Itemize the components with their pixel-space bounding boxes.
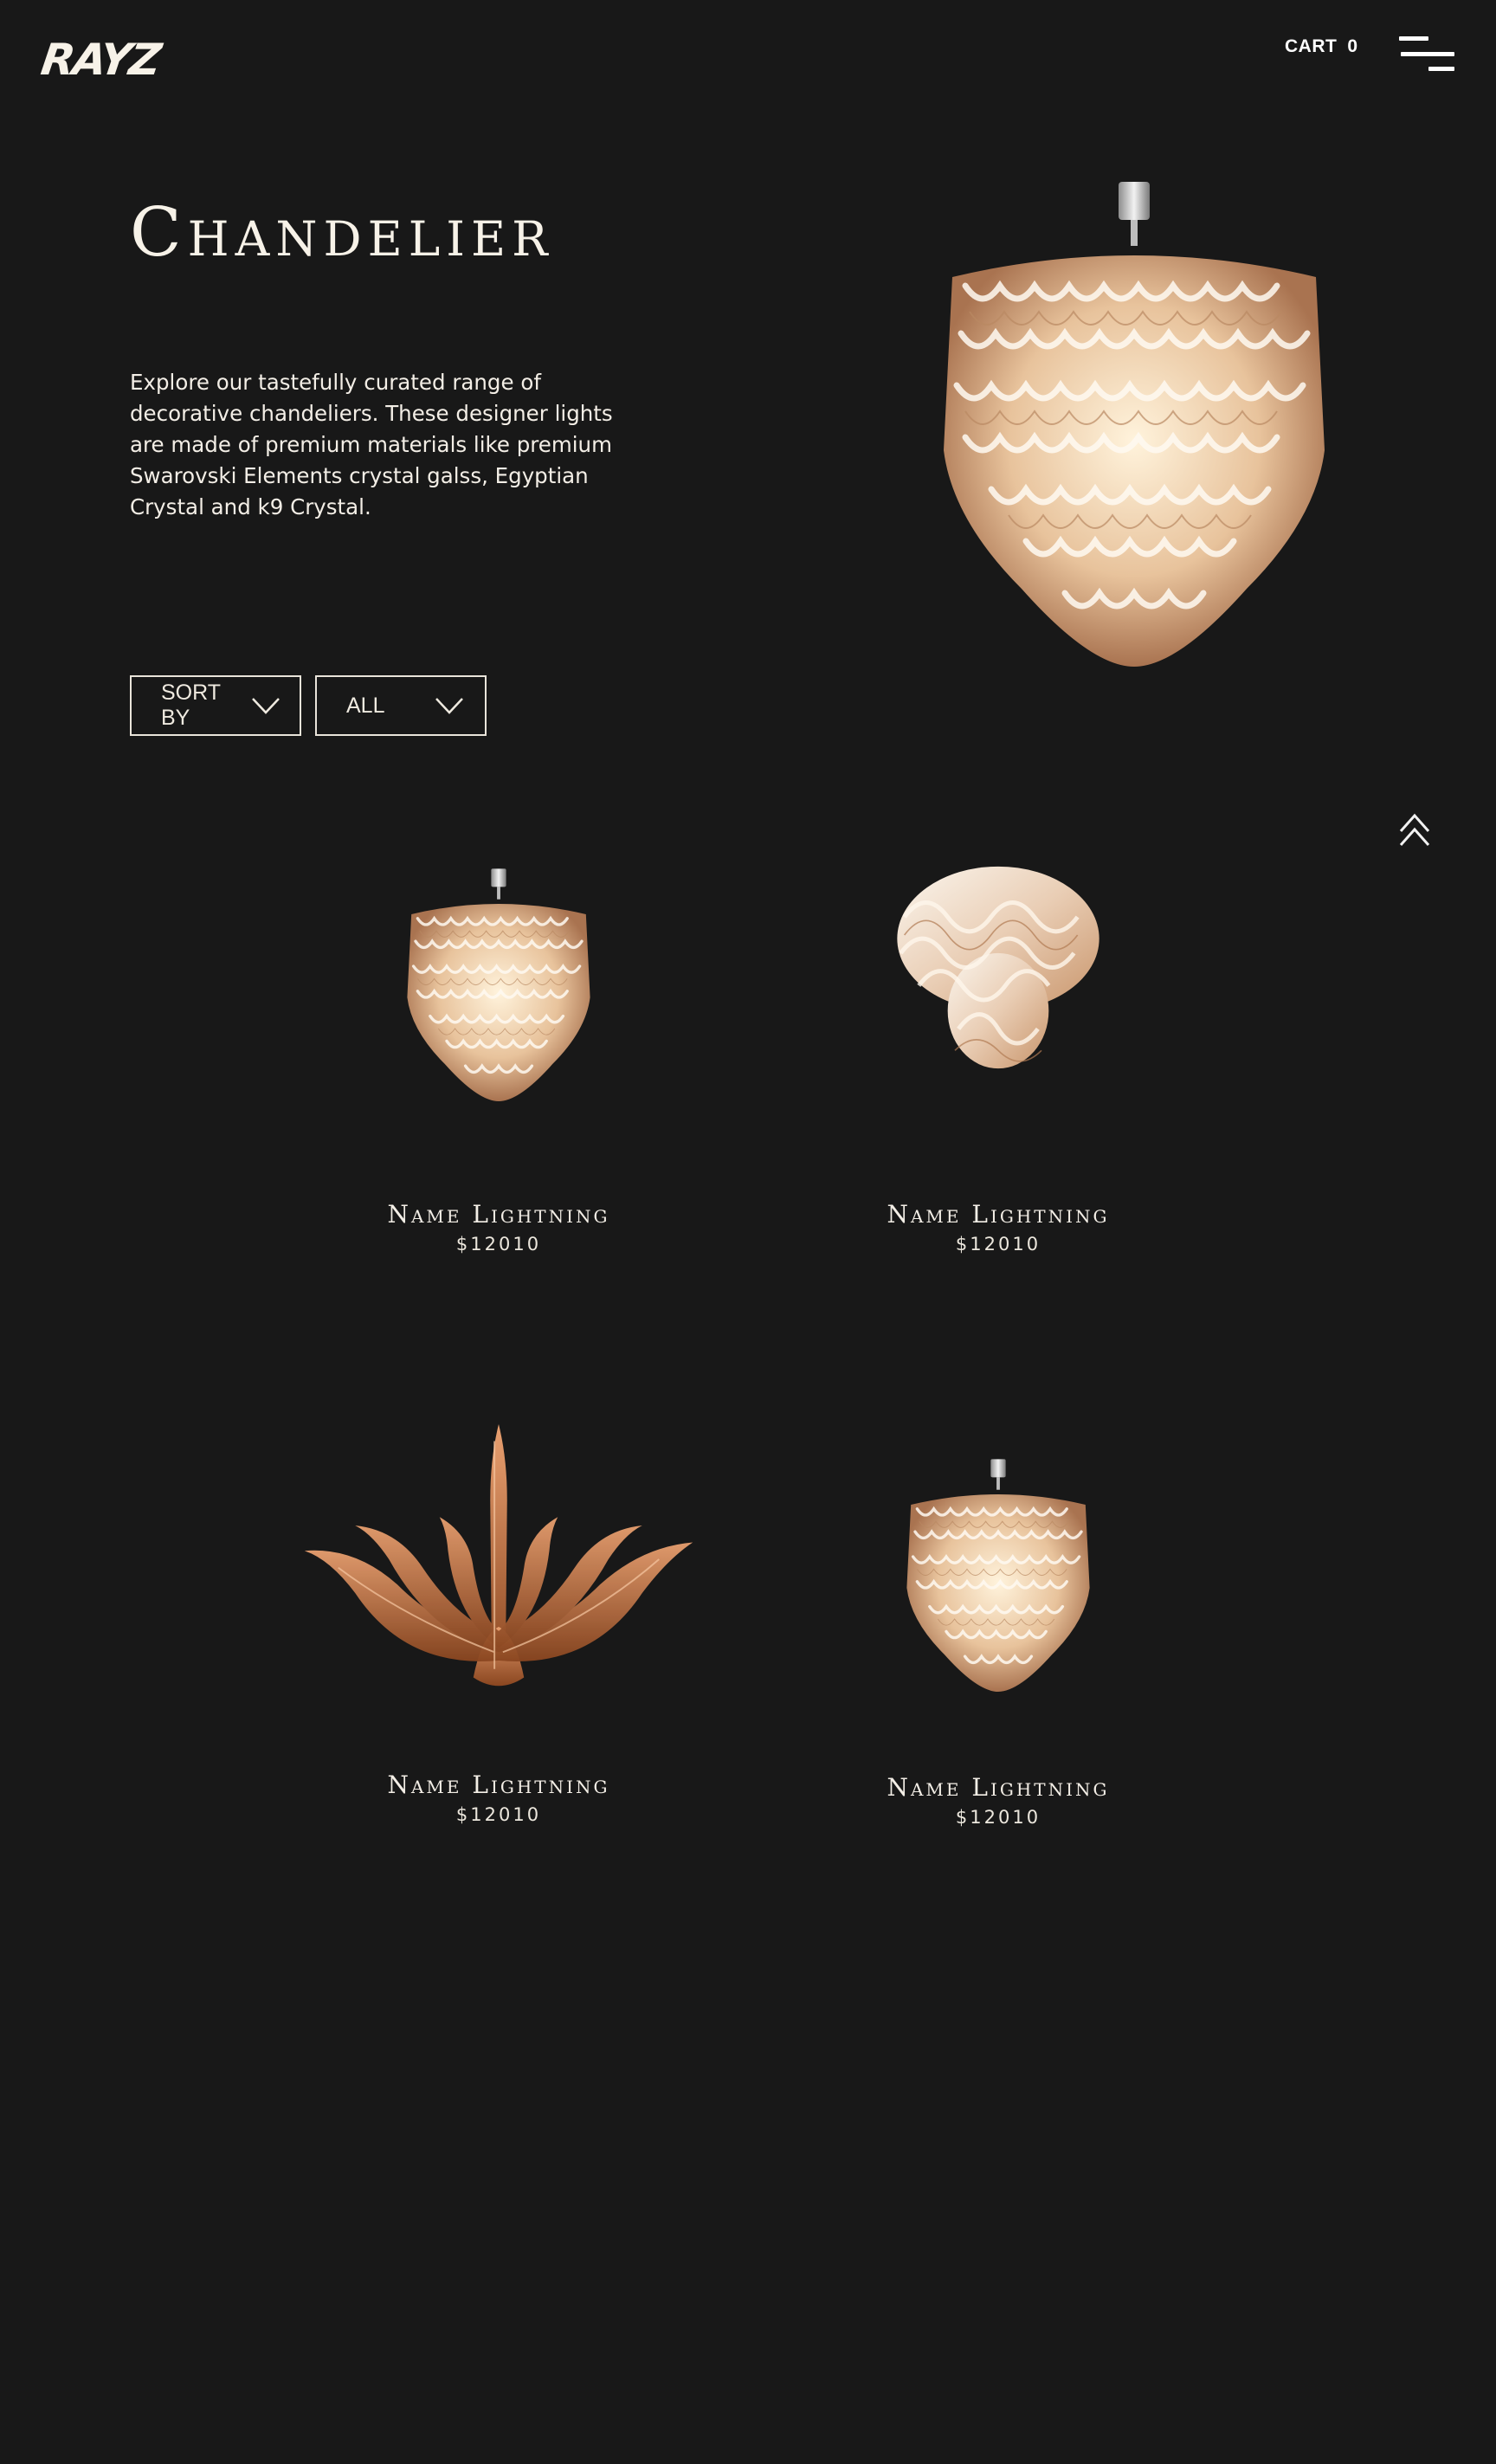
chevron-down-icon <box>435 698 463 714</box>
product-name[interactable]: Name Lightning <box>782 1773 1215 1802</box>
product-card[interactable]: Name Lightning $12010 <box>782 1448 1215 1828</box>
hero-chandelier-image <box>918 182 1351 675</box>
hamburger-menu-icon[interactable] <box>1399 35 1454 73</box>
product-image[interactable] <box>894 1448 1102 1707</box>
category-description: Explore our tastefully curated range of … <box>130 370 613 519</box>
product-price: $12010 <box>455 1804 542 1825</box>
category-filter-value: ALL <box>346 693 385 718</box>
cart-label: CART <box>1285 36 1338 56</box>
cart-count: 0 <box>1347 36 1358 56</box>
product-price: $12010 <box>455 1234 542 1255</box>
product-card[interactable]: Name Lightning $12010 <box>282 1424 715 1825</box>
product-name[interactable]: Name Lightning <box>782 1200 1215 1229</box>
product-name[interactable]: Name Lightning <box>282 1771 715 1799</box>
scroll-to-top-icon[interactable] <box>1397 812 1432 848</box>
sort-by-dropdown[interactable]: SORT BY <box>130 675 301 736</box>
sort-by-label: SORT BY <box>161 681 221 730</box>
page-title: Chandelier <box>130 194 554 272</box>
product-image[interactable] <box>395 857 603 1117</box>
product-name[interactable]: Name Lightning <box>282 1200 715 1229</box>
cart-link[interactable]: CART 0 <box>1285 36 1358 57</box>
product-price: $12010 <box>955 1234 1041 1255</box>
brand-logo[interactable]: RAYZ <box>38 35 163 85</box>
product-card[interactable]: Name Lightning $12010 <box>282 857 715 1255</box>
chevron-down-icon <box>252 698 280 714</box>
product-image[interactable] <box>890 857 1106 1078</box>
product-card[interactable]: Name Lightning $12010 <box>782 857 1215 1255</box>
category-filter-dropdown[interactable]: ALL <box>315 675 487 736</box>
product-image[interactable] <box>300 1424 698 1694</box>
product-price: $12010 <box>955 1807 1041 1828</box>
